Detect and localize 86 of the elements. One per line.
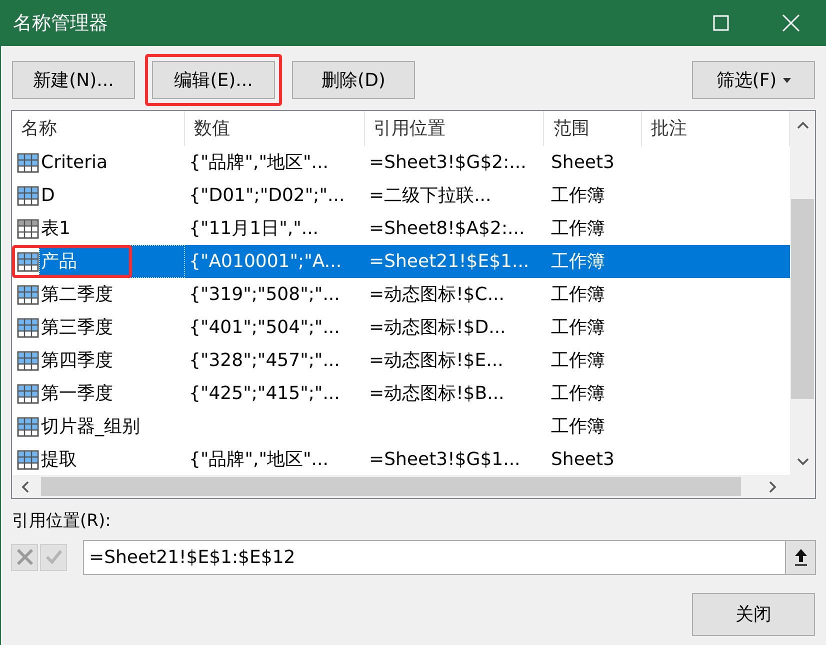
close-icon bbox=[782, 14, 800, 32]
vertical-scrollbar[interactable] bbox=[790, 111, 815, 475]
toolbar-button[interactable]: 新建(N)... bbox=[12, 61, 135, 99]
scope-cell: 工作簿 bbox=[551, 218, 605, 239]
scope-cell: 工作簿 bbox=[551, 284, 605, 305]
scope-cell: 工作簿 bbox=[551, 416, 605, 437]
cross-icon bbox=[16, 548, 34, 566]
name-cell-text: 第二季度 bbox=[40, 283, 114, 307]
toolbar-button[interactable]: 删除(D) bbox=[292, 61, 415, 99]
table-row[interactable]: Criteria {"品牌","地区"... =Sheet3!$G$2:... Sheet3 bbox=[12, 146, 790, 179]
value-cell: {"品牌","地区"... bbox=[189, 152, 328, 173]
name-cell-text: 第一季度 bbox=[40, 382, 114, 406]
grid-icon bbox=[17, 318, 39, 338]
column-header[interactable]: 引用位置 bbox=[364, 111, 544, 146]
value-cell: {"D01";"D02";"... bbox=[189, 185, 345, 206]
reference-cell: =Sheet3!$G$2:... bbox=[369, 152, 526, 173]
confirm-button[interactable] bbox=[40, 544, 67, 570]
grid-icon bbox=[17, 252, 39, 272]
check-icon bbox=[44, 548, 62, 566]
value-cell: {"425";"415";"... bbox=[189, 383, 340, 404]
column-header[interactable]: 数值 bbox=[184, 111, 365, 146]
reference-field[interactable]: =Sheet21!$E$1:$E$12 bbox=[83, 540, 816, 574]
name-cell-text: 第四季度 bbox=[40, 349, 114, 373]
collapse-button[interactable] bbox=[785, 540, 815, 574]
reference-cell: =动态图标!$D... bbox=[369, 317, 506, 338]
name-cell-text: 第三季度 bbox=[40, 316, 114, 340]
value-cell: {"A010001";"A... bbox=[189, 251, 342, 272]
scope-cell: Sheet3 bbox=[551, 152, 614, 173]
name-cell-text: 提取 bbox=[40, 448, 78, 472]
value-cell: {"401";"504";"... bbox=[189, 317, 340, 338]
scope-cell: 工作簿 bbox=[551, 317, 605, 338]
name-cell-text: Criteria bbox=[40, 151, 109, 175]
reference-cell: =二级下拉联... bbox=[369, 185, 492, 206]
reference-cell: =Sheet21!$E$1... bbox=[369, 251, 530, 272]
close-dialog-button[interactable]: 关闭 bbox=[692, 592, 815, 636]
column-header[interactable]: 名称 bbox=[12, 111, 185, 146]
reference-cell: =动态图标!$B... bbox=[369, 383, 504, 404]
table-row[interactable]: 第三季度 {"401";"504";"... =动态图标!$D... 工作簿 bbox=[12, 311, 790, 344]
value-cell: {"328";"457";"... bbox=[189, 350, 340, 371]
table-row[interactable]: 产品 {"A010001";"A... =Sheet21!$E$1... 工作簿 bbox=[12, 245, 790, 278]
column-header[interactable]: 范围 bbox=[544, 111, 642, 146]
scope-cell: 工作簿 bbox=[551, 185, 605, 206]
grid-icon bbox=[17, 152, 39, 172]
name-cell-text: D bbox=[40, 184, 56, 208]
reference-cell: =Sheet8!$A$2:... bbox=[369, 218, 525, 239]
table-row[interactable]: 第一季度 {"425";"415";"... =动态图标!$B... 工作簿 bbox=[12, 377, 790, 410]
reference-cell: =动态图标!$E... bbox=[369, 350, 504, 371]
value-cell: {"319";"508";"... bbox=[189, 284, 340, 305]
grid-icon bbox=[17, 186, 39, 206]
grid-icon bbox=[17, 384, 39, 404]
value-cell: {"品牌","地区"... bbox=[189, 449, 328, 470]
scroll-up-icon bbox=[796, 121, 808, 129]
scroll-thumb[interactable] bbox=[41, 477, 741, 496]
scroll-left-icon bbox=[21, 480, 29, 492]
grid-icon bbox=[17, 350, 39, 370]
table-row[interactable]: 提取 {"品牌","地区"... =Sheet3!$G$1... Sheet3 bbox=[12, 443, 790, 476]
reference-cell: =动态图标!$C... bbox=[369, 284, 504, 305]
horizontal-scrollbar[interactable] bbox=[12, 475, 815, 498]
table-row[interactable]: 第四季度 {"328";"457";"... =动态图标!$E... 工作簿 bbox=[12, 344, 790, 377]
upload-arrow-icon bbox=[794, 548, 808, 566]
scope-cell: 工作簿 bbox=[551, 350, 605, 371]
caret-icon bbox=[782, 78, 791, 82]
table-row[interactable]: 第二季度 {"319";"508";"... =动态图标!$C... 工作簿 bbox=[12, 278, 790, 311]
grid-icon bbox=[17, 450, 39, 470]
field-label: 引用位置(R): bbox=[12, 510, 112, 533]
window-title: 名称管理器 bbox=[13, 10, 108, 36]
table-row[interactable]: 表1 {"11月1日","... =Sheet8!$A$2:... 工作簿 bbox=[12, 212, 790, 245]
reference-cell: =Sheet3!$G$1... bbox=[369, 449, 520, 470]
table-row[interactable]: D {"D01";"D02";"... =二级下拉联... 工作簿 bbox=[12, 179, 790, 212]
table-row[interactable]: 切片器_组别 工作簿 bbox=[12, 410, 790, 443]
toolbar-button[interactable]: 编辑(E)... bbox=[152, 61, 275, 99]
scroll-thumb[interactable] bbox=[791, 199, 814, 399]
name-cell-text: 表1 bbox=[40, 217, 72, 241]
value-cell: {"11月1日","... bbox=[189, 218, 319, 239]
maximize-icon bbox=[713, 15, 729, 31]
grid-icon bbox=[17, 284, 39, 304]
name-cell-text: 切片器_组别 bbox=[40, 415, 141, 439]
cancel-button[interactable] bbox=[11, 544, 38, 570]
scope-cell: Sheet3 bbox=[551, 449, 614, 470]
scope-cell: 工作簿 bbox=[551, 251, 605, 272]
filter-button[interactable]: 筛选(F) bbox=[692, 61, 815, 99]
scope-cell: 工作簿 bbox=[551, 383, 605, 404]
table-icon bbox=[17, 218, 39, 238]
grid-icon bbox=[17, 416, 39, 436]
scroll-right-icon bbox=[769, 480, 777, 492]
scroll-down-icon bbox=[796, 458, 808, 466]
